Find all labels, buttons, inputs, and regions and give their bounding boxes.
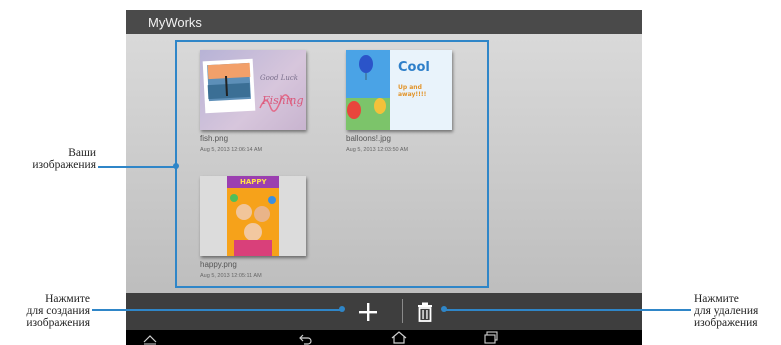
file-name: happy.png bbox=[200, 260, 237, 269]
trash-icon bbox=[418, 302, 432, 322]
happy-image bbox=[227, 176, 279, 256]
file-name: fish.png bbox=[200, 134, 229, 143]
up-icon bbox=[143, 335, 157, 345]
callout-images-line1: Ваши bbox=[68, 147, 96, 159]
callout-images-leader bbox=[98, 166, 176, 168]
callout-images: Ваши изображения bbox=[6, 147, 96, 171]
plus-icon bbox=[359, 303, 377, 321]
callout-delete-line1: Нажмите bbox=[694, 293, 739, 305]
file-name: balloons!.jpg bbox=[346, 134, 391, 143]
callout-images-line2: изображения bbox=[32, 159, 96, 171]
file-date: Aug 5, 2013 12:05:11 AM bbox=[200, 273, 262, 279]
callout-delete-leader bbox=[446, 309, 691, 311]
gallery-item-balloons[interactable]: Cool Up and away!!!! balloons!.jpg Aug 5… bbox=[346, 50, 456, 158]
callout-create-line3: изображения bbox=[26, 317, 90, 329]
callout-delete-dot bbox=[441, 306, 447, 312]
thumbnail-fish: Good Luck Fishing bbox=[200, 50, 306, 130]
balloons-tagline: Up and away!!!! bbox=[398, 84, 427, 98]
fish-caption: Good Luck bbox=[260, 74, 299, 82]
back-button[interactable] bbox=[298, 332, 314, 345]
callout-create-dot bbox=[339, 306, 345, 312]
toolbar-divider bbox=[402, 299, 403, 323]
callout-images-dot bbox=[173, 163, 179, 169]
back-icon bbox=[299, 334, 312, 345]
thumbnail-balloons: Cool Up and away!!!! bbox=[346, 50, 452, 130]
callout-delete: Нажмите для удаления изображения bbox=[694, 293, 778, 329]
up-button[interactable] bbox=[142, 332, 158, 345]
home-icon bbox=[391, 331, 407, 344]
happy-banner: HAPPY bbox=[240, 178, 267, 186]
delete-image-button[interactable] bbox=[415, 301, 435, 323]
app-title: MyWorks bbox=[148, 15, 202, 30]
thumbnail-happy: HAPPY bbox=[200, 176, 306, 256]
callout-create-leader bbox=[92, 309, 342, 311]
gallery-item-happy[interactable]: HAPPY happy.png Aug 5, 2013 12:05:11 AM bbox=[200, 176, 310, 284]
file-date: Aug 5, 2013 12:06:14 AM bbox=[200, 147, 263, 153]
callout-delete-line2: для удаления bbox=[694, 305, 759, 317]
system-navigation-bar bbox=[126, 330, 642, 345]
balloons-headline: Cool bbox=[398, 60, 430, 75]
fish-image bbox=[202, 58, 293, 114]
callout-delete-line3: изображения bbox=[694, 317, 758, 329]
recent-apps-button[interactable] bbox=[483, 331, 499, 344]
gallery-item-fish[interactable]: Good Luck Fishing fish.png Aug 5, 2013 1… bbox=[200, 50, 310, 158]
fish-handwriting: Fishing bbox=[262, 94, 304, 107]
file-date: Aug 5, 2013 12:03:50 AM bbox=[346, 147, 409, 153]
callout-create-line2: для создания bbox=[26, 305, 91, 317]
action-bar bbox=[126, 293, 642, 330]
tablet-screen: MyWorks Good Luck Fishing fish.png Aug 5… bbox=[126, 10, 642, 345]
recent-apps-icon bbox=[484, 331, 498, 344]
title-bar: MyWorks bbox=[126, 10, 642, 34]
callout-create-line1: Нажмите bbox=[45, 293, 90, 305]
add-image-button[interactable] bbox=[357, 301, 379, 323]
callout-create: Нажмите для создания изображения bbox=[6, 293, 90, 329]
home-button[interactable] bbox=[390, 331, 408, 344]
